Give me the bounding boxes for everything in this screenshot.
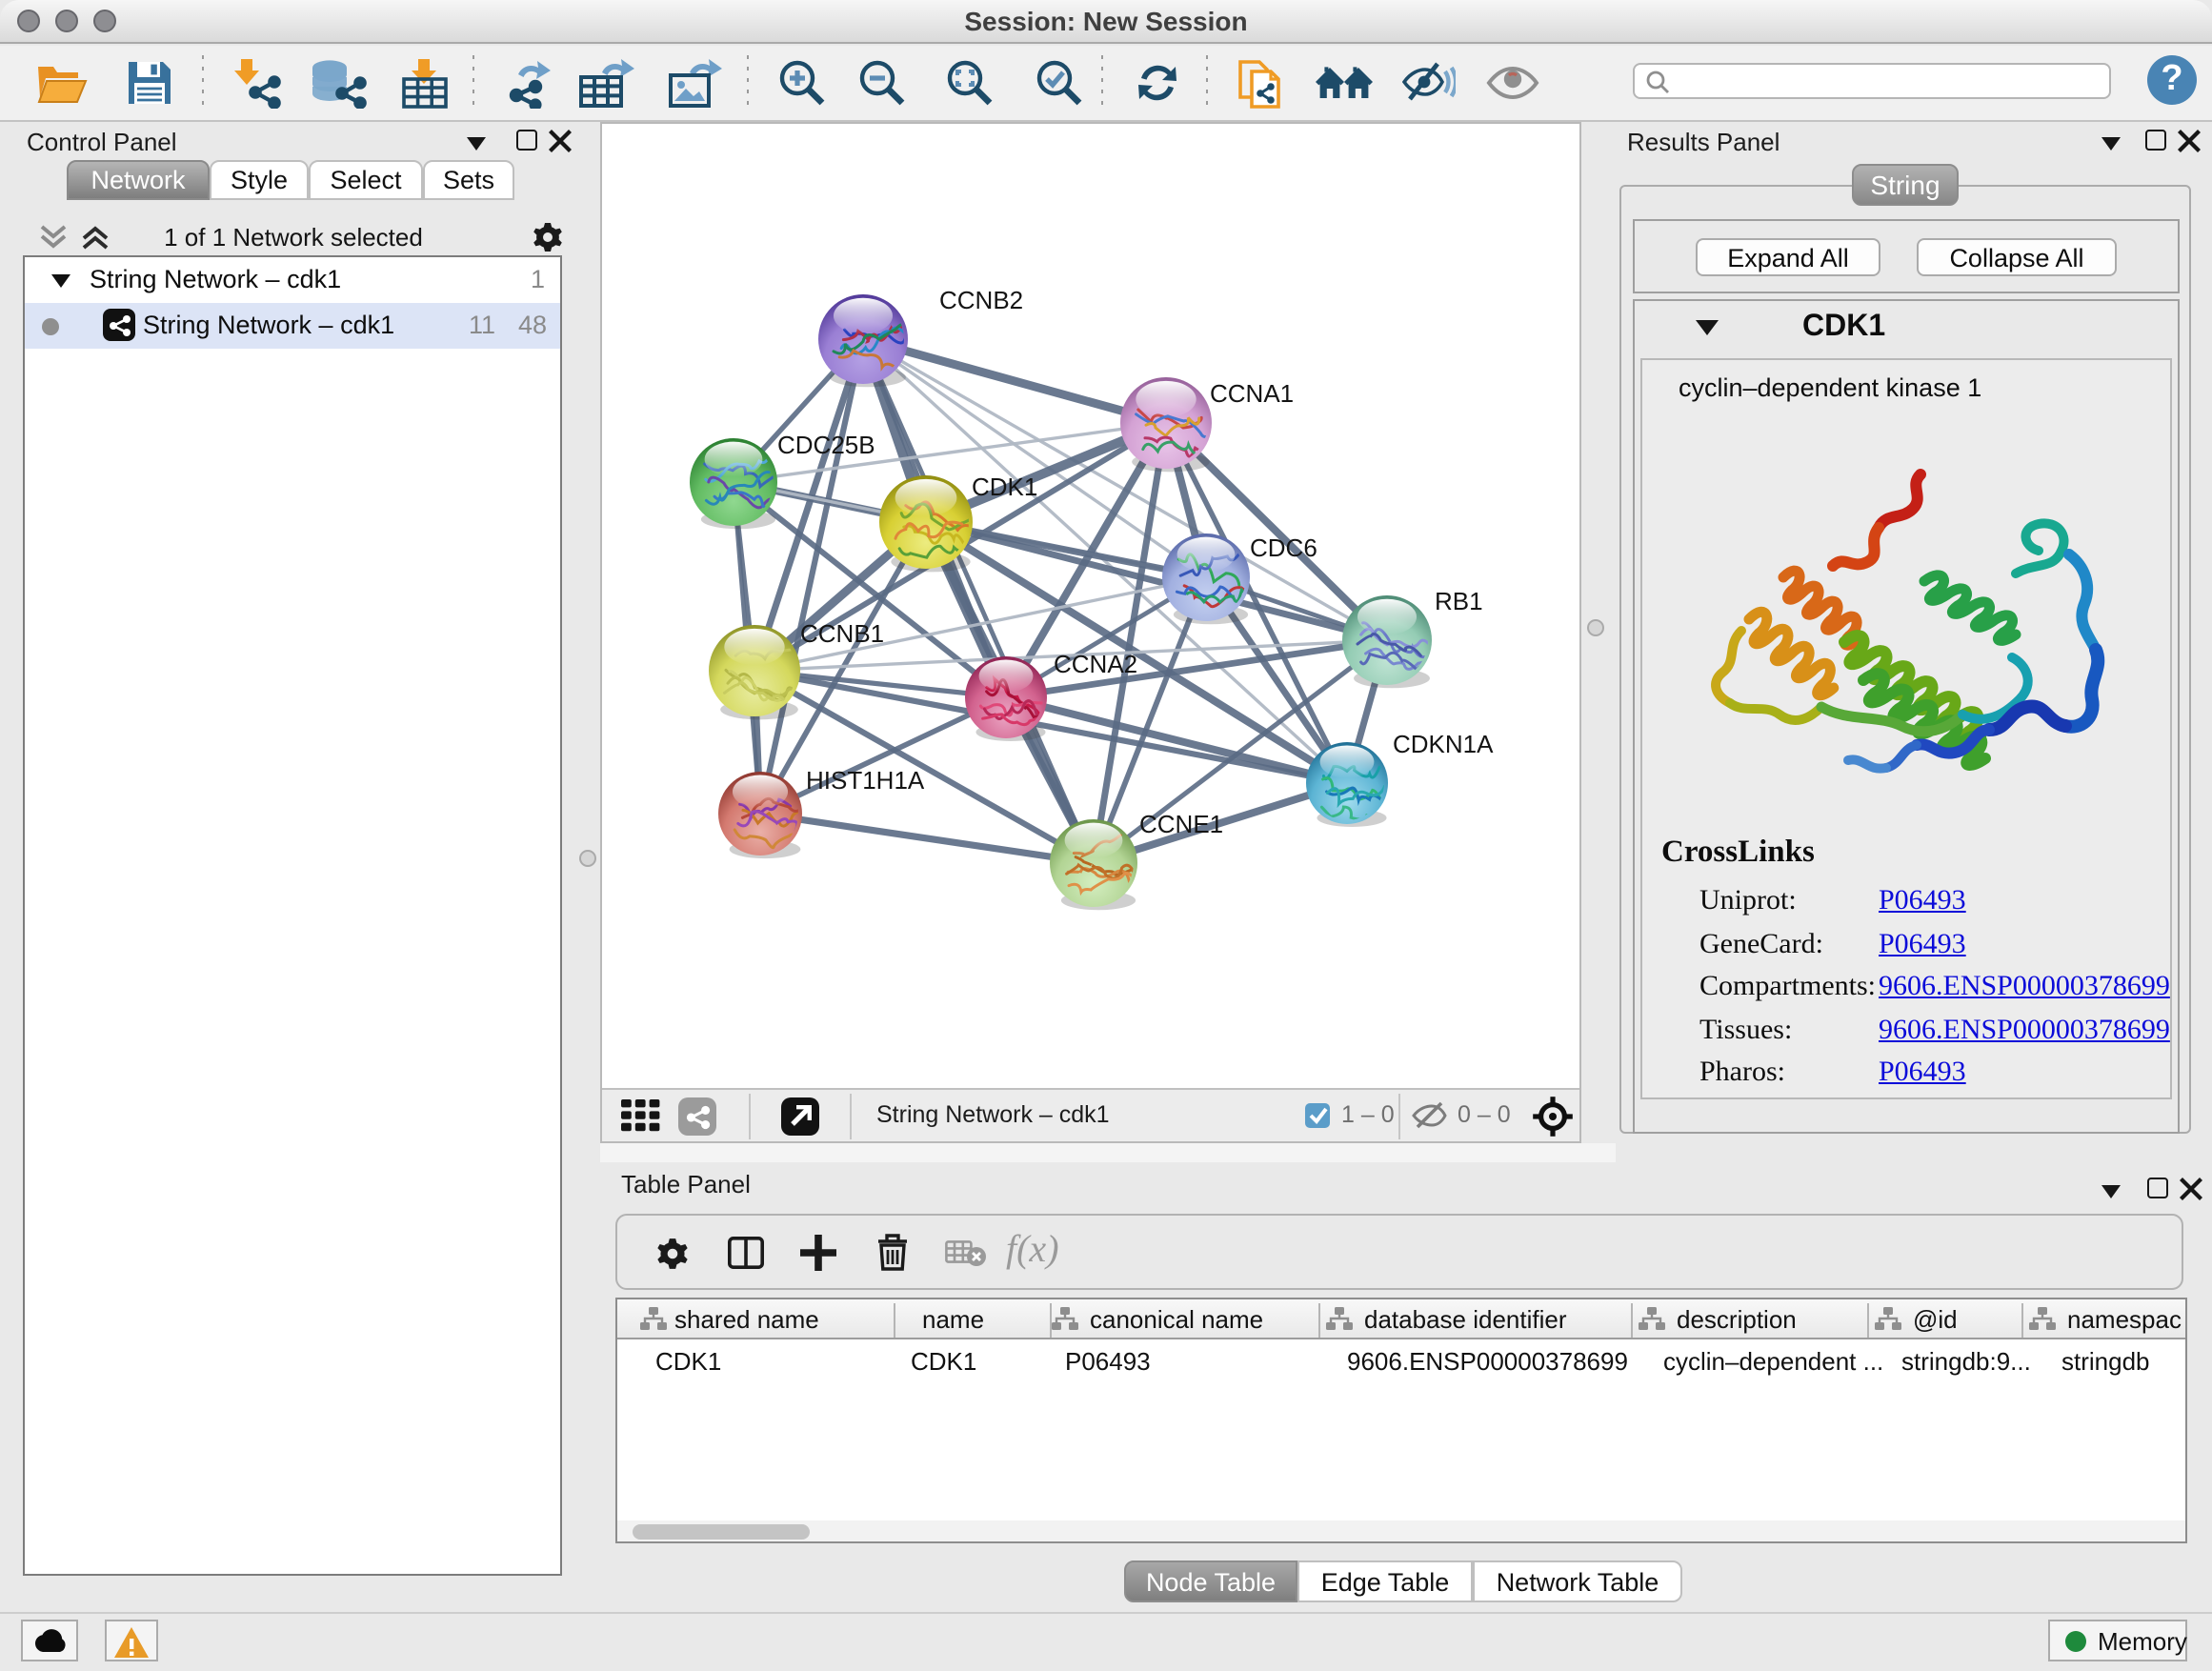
svg-text:CCNE1: CCNE1 — [1139, 810, 1223, 838]
svg-text:RB1: RB1 — [1435, 587, 1483, 615]
svg-text:CCNA1: CCNA1 — [1210, 379, 1294, 408]
svg-text:CDKN1A: CDKN1A — [1393, 730, 1494, 758]
svg-text:CDC6: CDC6 — [1250, 534, 1317, 562]
svg-text:HIST1H1A: HIST1H1A — [806, 766, 925, 795]
svg-text:CCNB1: CCNB1 — [800, 619, 884, 648]
svg-text:CDK1: CDK1 — [972, 473, 1037, 501]
svg-text:CCNB2: CCNB2 — [939, 286, 1023, 314]
svg-text:CDC25B: CDC25B — [777, 431, 875, 459]
svg-text:CCNA2: CCNA2 — [1054, 650, 1137, 678]
